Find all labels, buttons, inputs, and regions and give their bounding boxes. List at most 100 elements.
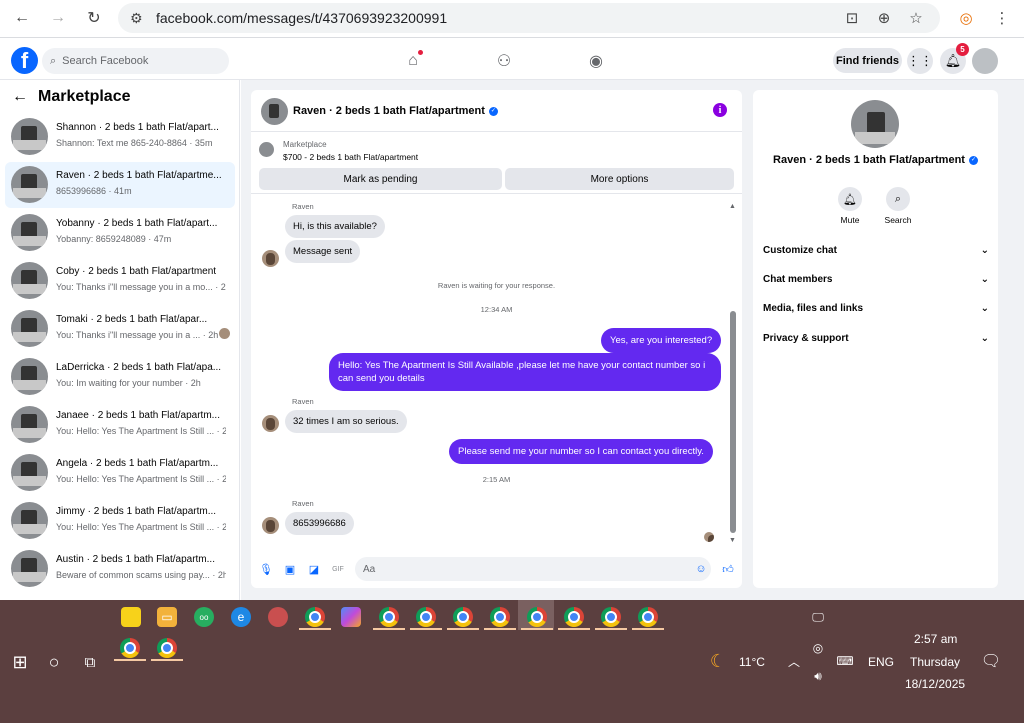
edge-icon[interactable]: e bbox=[231, 607, 251, 627]
listing-title[interactable]: $700 - 2 beds 1 bath Flat/apartment bbox=[283, 152, 418, 162]
gif-icon[interactable]: GIF bbox=[331, 562, 345, 576]
clock-date[interactable]: 18/12/2025 bbox=[905, 677, 965, 691]
install-app-icon[interactable]: ⊡ bbox=[841, 7, 863, 29]
chat-members-row[interactable]: Chat members ⌄ bbox=[763, 274, 989, 285]
address-bar[interactable]: ⚙ facebook.com/messages/t/43706939232009… bbox=[118, 3, 940, 33]
weather-temp[interactable]: 11°C bbox=[739, 655, 765, 669]
message-bubble-sent[interactable]: Hello: Yes The Apartment Is Still Availa… bbox=[329, 353, 721, 391]
back-icon[interactable]: ← bbox=[11, 7, 33, 29]
scroll-up-icon[interactable]: ▲ bbox=[729, 203, 736, 210]
back-arrow-icon[interactable]: ← bbox=[12, 88, 28, 106]
task-view-icon[interactable]: ⧉ bbox=[80, 652, 100, 672]
reload-icon[interactable]: ↻ bbox=[83, 7, 105, 29]
conversation-item[interactable]: LaDerricka · 2 beds 1 bath Flat/apa... Yo… bbox=[5, 354, 235, 400]
listing-thumbnail bbox=[11, 502, 48, 539]
search-circle-icon[interactable]: ○ bbox=[44, 652, 64, 672]
bookmark-star-icon[interactable]: ☆ bbox=[905, 7, 927, 29]
chrome-window-icon[interactable] bbox=[416, 607, 436, 627]
weather-moon-icon[interactable]: ☾ bbox=[708, 651, 728, 671]
more-options-button[interactable]: More options bbox=[505, 168, 734, 190]
tray-headset-icon[interactable]: ◎ bbox=[808, 638, 828, 658]
sender-avatar[interactable] bbox=[262, 250, 279, 267]
site-info-icon[interactable]: ⚙ bbox=[130, 10, 143, 27]
clock-time[interactable]: 2:57 am bbox=[914, 632, 957, 646]
chrome-window-icon[interactable] bbox=[157, 638, 177, 658]
tray-network-icon[interactable]: 🖵︎ bbox=[808, 607, 828, 627]
mark-as-pending-button[interactable]: Mark as pending bbox=[259, 168, 502, 190]
media-files-links-row[interactable]: Media, files and links ⌄ bbox=[763, 303, 989, 314]
sender-avatar[interactable] bbox=[262, 517, 279, 534]
search-input[interactable]: ⌕ Search Facebook bbox=[42, 48, 229, 74]
privacy-support-row[interactable]: Privacy & support ⌄ bbox=[763, 333, 989, 344]
chrome-window-icon[interactable] bbox=[453, 607, 473, 627]
clock-day[interactable]: Thursday bbox=[910, 655, 960, 669]
conversation-item[interactable]: Coby · 2 beds 1 bath Flat/apartment You: … bbox=[5, 258, 235, 304]
facebook-logo-icon[interactable]: f bbox=[11, 47, 38, 74]
info-icon[interactable]: i bbox=[713, 103, 727, 117]
notification-center-icon[interactable]: 🗨︎ bbox=[981, 651, 1001, 671]
chrome-window-icon[interactable] bbox=[379, 607, 399, 627]
timestamp: 12:34 AM bbox=[480, 305, 513, 314]
message-bubble-sent[interactable]: Please send me your number so I can cont… bbox=[449, 439, 713, 464]
sender-avatar[interactable] bbox=[262, 415, 279, 432]
message-bubble[interactable]: 8653996686 bbox=[285, 512, 354, 535]
message-bubble[interactable]: Hi, is this available? bbox=[285, 215, 385, 238]
app-icon[interactable] bbox=[268, 607, 288, 627]
groups-icon[interactable]: ◉ bbox=[585, 50, 607, 72]
chat-title[interactable]: Raven · 2 beds 1 bath Flat/apartment ✓ bbox=[293, 105, 498, 117]
chrome-window-icon[interactable] bbox=[564, 607, 584, 627]
conversation-item[interactable]: Janaee · 2 beds 1 bath Flat/apartm... You… bbox=[5, 402, 235, 448]
chrome-window-icon[interactable] bbox=[638, 607, 658, 627]
chrome-window-icon[interactable] bbox=[527, 607, 547, 627]
mute-button[interactable]: 🔔︎ Mute bbox=[833, 187, 867, 225]
keyboard-icon[interactable]: ⌨ bbox=[833, 651, 857, 671]
chrome-menu-icon[interactable]: ⋮ bbox=[991, 7, 1013, 29]
find-friends-button[interactable]: Find friends bbox=[833, 48, 902, 73]
microphone-icon[interactable]: 🎙︎ bbox=[259, 562, 273, 576]
friends-icon[interactable]: ⚇ bbox=[493, 50, 515, 72]
language-indicator[interactable]: ENG bbox=[868, 655, 894, 669]
copilot-icon[interactable] bbox=[341, 607, 361, 627]
file-explorer-icon[interactable]: ▭ bbox=[157, 607, 177, 627]
sticky-notes-icon[interactable] bbox=[121, 607, 141, 627]
volume-icon[interactable]: 🔊︎ bbox=[808, 666, 828, 686]
account-avatar[interactable] bbox=[972, 48, 998, 74]
message-bubble[interactable]: 32 times I am so serious. bbox=[285, 410, 407, 433]
customize-chat-row[interactable]: Customize chat ⌄ bbox=[763, 245, 989, 256]
sticker-icon[interactable]: ◪ bbox=[307, 562, 321, 576]
conversation-item[interactable]: Angela · 2 beds 1 bath Flat/apartm... You… bbox=[5, 450, 235, 496]
photo-icon[interactable]: ▣ bbox=[283, 562, 297, 576]
chrome-window-icon[interactable] bbox=[120, 638, 140, 658]
contact-avatar[interactable] bbox=[851, 100, 899, 148]
contact-name[interactable]: Raven · 2 beds 1 bath Flat/apartment ✓ bbox=[753, 154, 998, 166]
chrome-window-icon[interactable] bbox=[601, 607, 621, 627]
scroll-down-icon[interactable]: ▼ bbox=[729, 537, 736, 544]
chrome-window-icon[interactable] bbox=[305, 607, 325, 627]
message-bubble[interactable]: Message sent bbox=[285, 240, 361, 263]
menu-grid-icon[interactable]: ⋮⋮ bbox=[907, 48, 933, 74]
conversation-item[interactable]: Shannon · 2 beds 1 bath Flat/apart... Sha… bbox=[5, 114, 235, 160]
marketplace-sidebar: ← Marketplace Shannon · 2 beds 1 bath Fl… bbox=[0, 80, 240, 600]
app-icon[interactable]: oo bbox=[194, 607, 214, 627]
like-icon[interactable]: 👍︎ bbox=[721, 562, 735, 576]
listing-thumbnail[interactable] bbox=[259, 142, 274, 157]
chrome-window-icon[interactable] bbox=[490, 607, 510, 627]
conversation-item[interactable]: Yobanny · 2 beds 1 bath Flat/apart... Yob… bbox=[5, 210, 235, 256]
scroll-thumb[interactable] bbox=[730, 311, 736, 533]
search-in-chat-button[interactable]: ⌕ Search bbox=[881, 187, 915, 225]
search-icon: ⌕ bbox=[886, 187, 910, 211]
message-input[interactable]: Aa bbox=[355, 557, 711, 581]
conversation-item[interactable]: Jimmy · 2 beds 1 bath Flat/apartm... You:… bbox=[5, 498, 235, 544]
message-bubble-sent[interactable]: Yes, are you interested? bbox=[601, 328, 722, 353]
profile-icon[interactable]: ◎ bbox=[955, 7, 977, 29]
zoom-icon[interactable]: ⊕ bbox=[873, 7, 895, 29]
chat-scrollbar[interactable]: ▲ ▼ bbox=[728, 203, 738, 548]
conversation-item[interactable]: Austin · 2 beds 1 bath Flat/apartm... Bew… bbox=[5, 546, 235, 592]
conversation-item[interactable]: Raven · 2 beds 1 bath Flat/apartme... 865… bbox=[5, 162, 235, 208]
emoji-icon[interactable]: ☺ bbox=[694, 562, 708, 576]
chat-avatar[interactable] bbox=[261, 98, 288, 125]
windows-start-icon[interactable]: ⊞ bbox=[10, 652, 30, 672]
conversation-item[interactable]: Tomaki · 2 beds 1 bath Flat/apar... You: … bbox=[5, 306, 235, 352]
forward-icon[interactable]: → bbox=[47, 7, 69, 29]
tray-chevron-icon[interactable]: ︿ bbox=[784, 651, 804, 671]
